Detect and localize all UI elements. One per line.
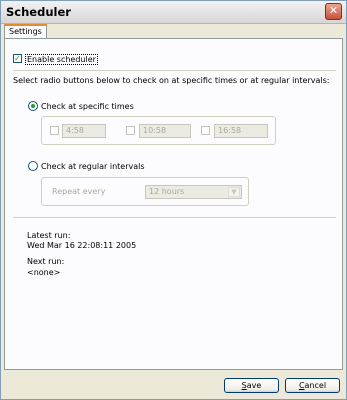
scheduler-window: Scheduler ✕ Settings ✓ Enable scheduler … (0, 0, 347, 400)
regular-intervals-radio[interactable] (28, 161, 38, 171)
cancel-button-label: Cancel (298, 381, 327, 390)
regular-intervals-group: Repeat every 12 hours ▼ (41, 177, 249, 206)
radio-selected-dot (31, 104, 35, 108)
repeat-interval-select[interactable]: 12 hours ▼ (145, 185, 242, 199)
specific-times-group: 4:58 10:58 16:58 (41, 116, 276, 145)
close-button[interactable]: ✕ (325, 3, 342, 20)
title-bar[interactable]: Scheduler ✕ (1, 1, 346, 24)
window-title: Scheduler (6, 5, 71, 19)
divider (13, 217, 336, 218)
instructions-text: Select radio buttons below to check on a… (13, 76, 330, 85)
save-button-label: Save (241, 381, 262, 390)
save-button[interactable]: Save (224, 378, 279, 393)
next-run-value: <none> (27, 268, 61, 277)
time-1-field[interactable]: 4:58 (62, 124, 106, 138)
chevron-down-icon[interactable]: ▼ (228, 187, 240, 197)
latest-run-value: Wed Mar 16 22:08:11 2005 (27, 241, 137, 250)
specific-times-radio[interactable] (28, 101, 38, 111)
divider (13, 70, 336, 71)
tab-settings[interactable]: Settings (4, 24, 47, 38)
regular-intervals-label[interactable]: Check at regular intervals (41, 162, 145, 171)
checkmark-icon: ✓ (14, 54, 21, 63)
time-3-field[interactable]: 16:58 (214, 124, 268, 138)
time-2-checkbox[interactable] (126, 126, 135, 135)
repeat-every-label: Repeat every (52, 187, 106, 196)
time-2-field[interactable]: 10:58 (139, 124, 191, 138)
enable-scheduler-checkbox[interactable]: ✓ (13, 54, 22, 63)
time-1-checkbox[interactable] (50, 126, 59, 135)
enable-scheduler-label[interactable]: Enable scheduler (25, 54, 98, 65)
repeat-interval-value: 12 hours (149, 187, 185, 196)
latest-run-label: Latest run: (27, 231, 71, 240)
next-run-label: Next run: (27, 257, 65, 266)
specific-times-label[interactable]: Check at specific times (41, 102, 134, 111)
settings-panel: ✓ Enable scheduler Select radio buttons … (4, 38, 343, 370)
time-3-checkbox[interactable] (201, 126, 210, 135)
close-icon: ✕ (328, 4, 339, 17)
cancel-button[interactable]: Cancel (285, 378, 340, 393)
